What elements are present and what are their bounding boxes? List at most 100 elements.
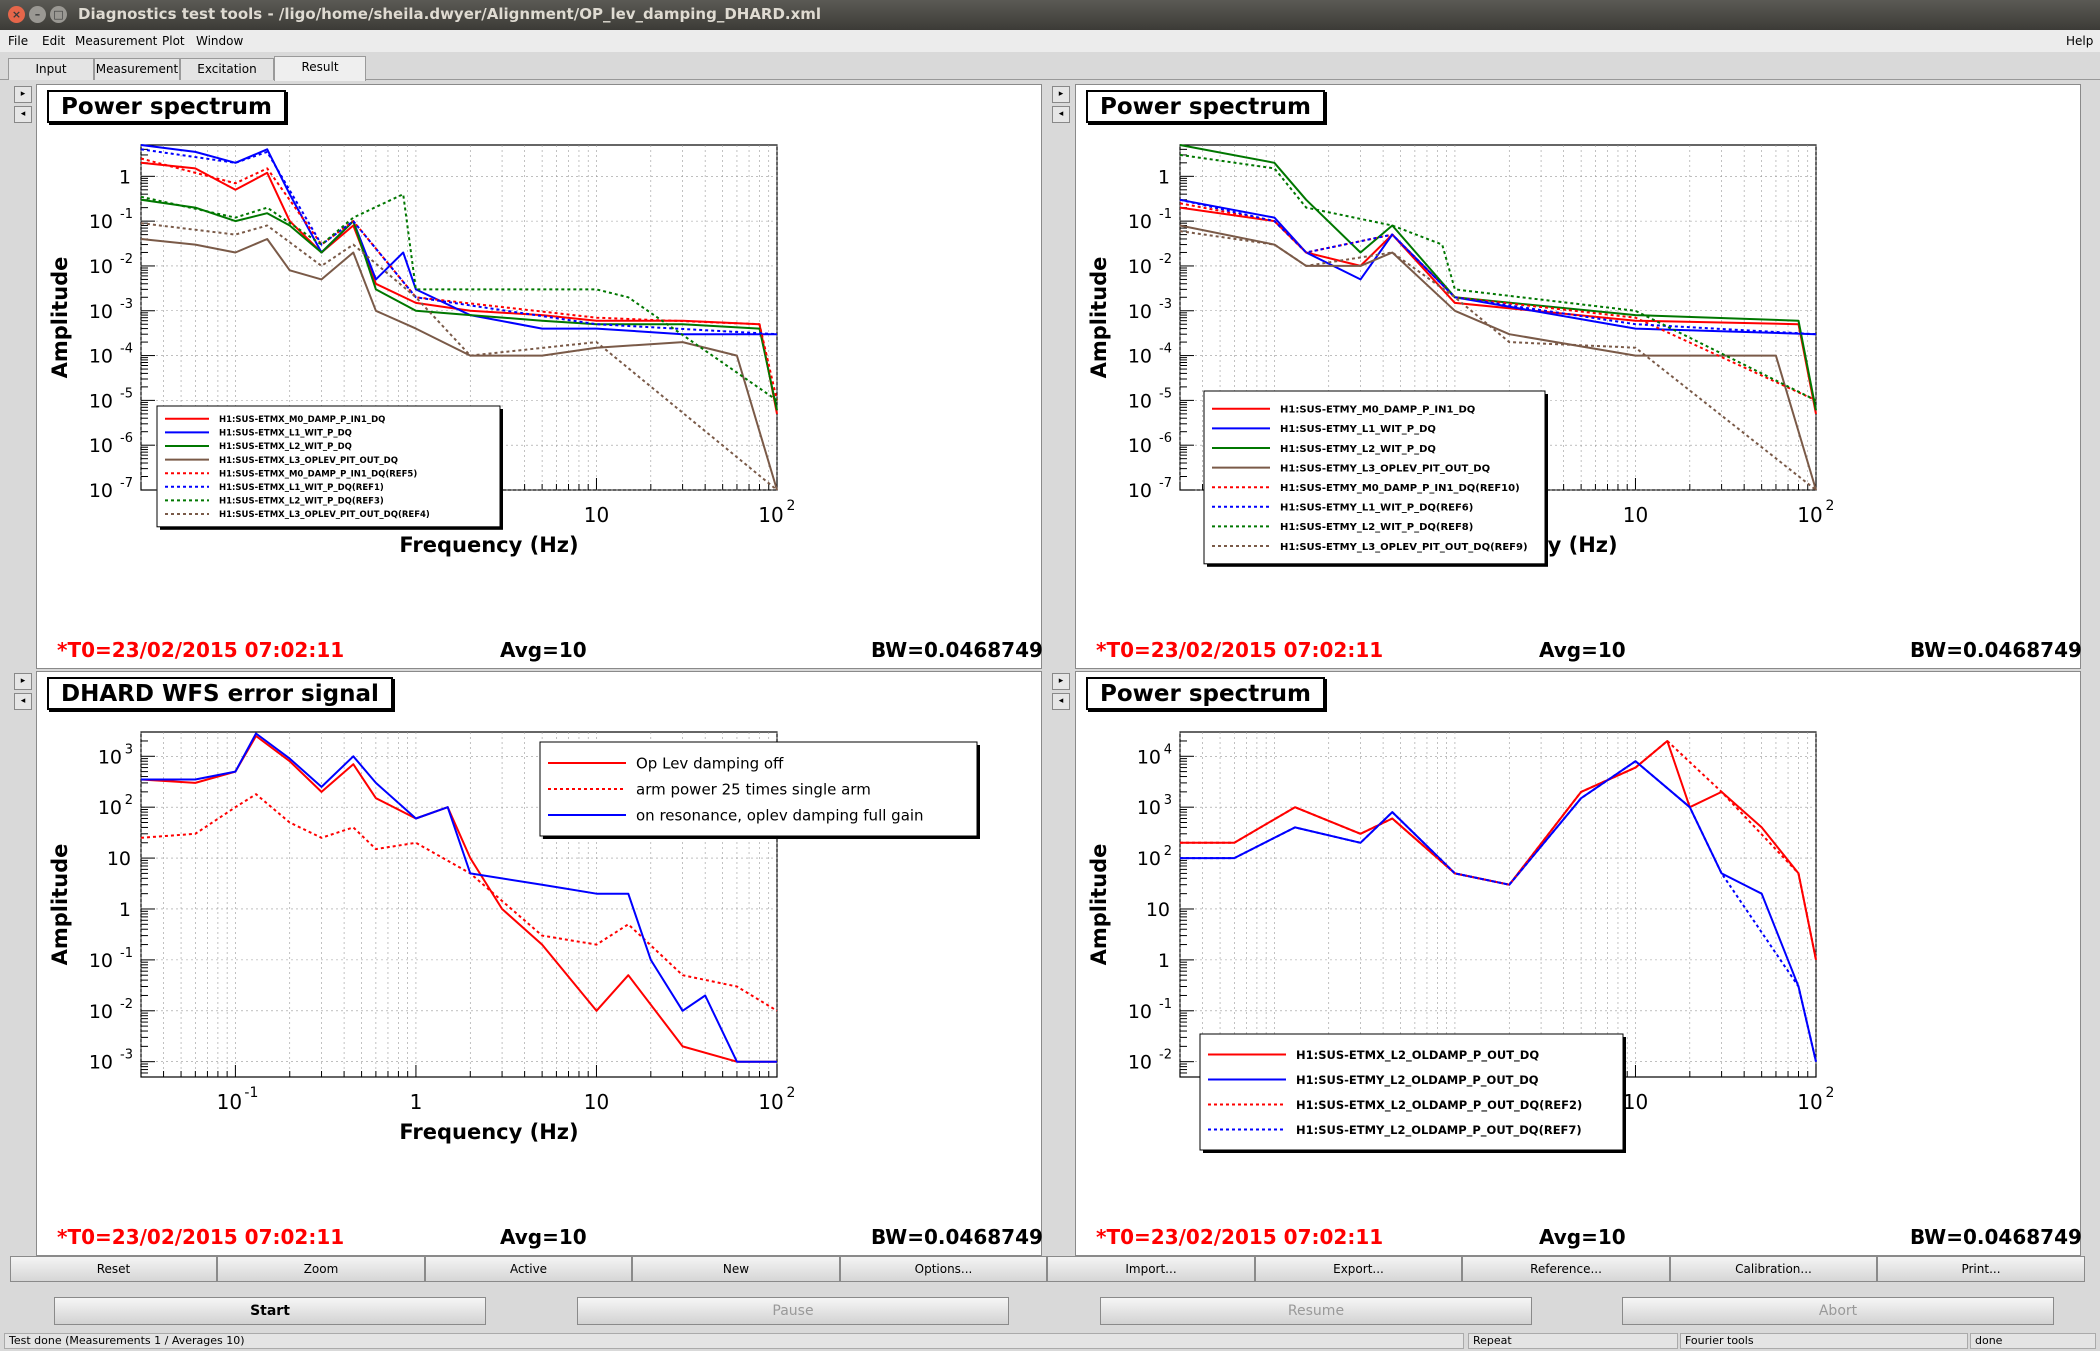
x-tick-label: 10 — [1623, 1090, 1648, 1114]
x-tick-label: 10 — [217, 1090, 242, 1114]
y-tick-label: 10 — [1137, 797, 1161, 819]
reset-button[interactable]: Reset — [10, 1256, 217, 1282]
legend-entry: H1:SUS-ETMX_L3_OPLEV_PIT_OUT_DQ — [219, 456, 398, 466]
legend-entry: H1:SUS-ETMY_L2_OLDAMP_P_OUT_DQ — [1296, 1073, 1539, 1088]
maximize-icon[interactable]: □ — [50, 6, 67, 23]
t0-label: *T0=23/02/2015 07:02:11 — [57, 1225, 345, 1249]
menu-plot[interactable]: Plot — [162, 34, 185, 48]
arrow-right-icon[interactable]: ▸ — [14, 86, 32, 103]
y-tick-label: 10 — [1128, 346, 1152, 368]
legend-entry: H1:SUS-ETMY_L2_WIT_P_DQ — [1280, 444, 1436, 455]
print-button[interactable]: Print... — [1877, 1256, 2085, 1282]
reference-button[interactable]: Reference... — [1462, 1256, 1670, 1282]
y-tick-exponent: -1 — [1159, 997, 1172, 1012]
arrow-left-icon[interactable]: ◂ — [14, 106, 32, 123]
panel-scroll-1: ▸ ◂ — [14, 86, 34, 126]
legend-entry: H1:SUS-ETMY_L3_OPLEV_PIT_OUT_DQ — [1280, 463, 1490, 474]
menu-window[interactable]: Window — [196, 34, 243, 48]
minimize-icon[interactable]: – — [29, 6, 46, 23]
export-button[interactable]: Export... — [1255, 1256, 1462, 1282]
y-axis-label: Amplitude — [48, 257, 72, 379]
legend: H1:SUS-ETMX_L2_OLDAMP_P_OUT_DQ H1:SUS-ETM… — [1199, 1033, 1626, 1153]
y-tick-label: 10 — [89, 390, 113, 412]
arrow-left-icon[interactable]: ◂ — [1052, 693, 1070, 710]
chart-area[interactable]: 10 -1 1 10 10 210 -310 -210 -111010 210 3Frequency… — [37, 672, 1041, 1255]
avg-label: Avg=10 — [500, 1225, 587, 1249]
y-tick-exponent: 2 — [125, 793, 133, 808]
plot-frame — [1179, 731, 1817, 1078]
legend-entry: H1:SUS-ETMY_L1_WIT_P_DQ(REF6) — [1280, 503, 1473, 514]
y-tick-exponent: -6 — [120, 431, 133, 446]
title-bar: × – □ Diagnostics test tools - /ligo/hom… — [0, 0, 2100, 30]
arrow-right-icon[interactable]: ▸ — [14, 673, 32, 690]
plot-panel-4[interactable]: Power spectrum 10-111010210-210-11101021… — [1075, 671, 2082, 1256]
status-bar: Test done (Measurements 1 / Averages 10)… — [0, 1330, 2100, 1351]
status-tool: Fourier tools — [1680, 1333, 1968, 1349]
window-title: Diagnostics test tools - /ligo/home/shei… — [78, 5, 822, 23]
panel-scroll-2: ▸ ◂ — [1052, 86, 1072, 126]
status-repeat: Repeat — [1468, 1333, 1678, 1349]
pause-button[interactable]: Pause — [577, 1297, 1009, 1325]
plot-panel-2[interactable]: Power spectrum 10-111010210-710-610-510-… — [1075, 84, 2082, 669]
active-button[interactable]: Active — [425, 1256, 632, 1282]
y-tick-exponent: -2 — [120, 252, 133, 267]
avg-label: Avg=10 — [1539, 638, 1626, 662]
bw-label: BW=0.0468749 — [871, 1225, 1043, 1249]
y-tick-exponent: -7 — [1159, 476, 1172, 491]
abort-button[interactable]: Abort — [1622, 1297, 2054, 1325]
plot-button-row: Reset Zoom Active New Options... Import.… — [10, 1256, 2085, 1282]
legend-entry: H1:SUS-ETMX_M0_DAMP_P_IN1_DQ(REF5) — [219, 469, 417, 479]
legend-entry: H1:SUS-ETMY_L2_OLDAMP_P_OUT_DQ(REF7) — [1296, 1123, 1582, 1138]
resume-button[interactable]: Resume — [1100, 1297, 1532, 1325]
menu-file[interactable]: File — [8, 34, 28, 48]
options-button[interactable]: Options... — [840, 1256, 1047, 1282]
panel-scroll-3: ▸ ◂ — [14, 673, 34, 713]
y-tick-label: 10 — [1128, 301, 1152, 323]
menu-edit[interactable]: Edit — [42, 34, 65, 48]
zoom-button[interactable]: Zoom — [217, 1256, 425, 1282]
menu-measurement[interactable]: Measurement — [75, 34, 157, 48]
y-tick-label: 10 — [89, 480, 113, 502]
tab-excitation[interactable]: Excitation — [180, 58, 274, 80]
status-state: done — [1970, 1333, 2096, 1349]
y-tick-label: 1 — [119, 899, 131, 921]
new-button[interactable]: New — [632, 1256, 840, 1282]
t0-label: *T0=23/02/2015 07:02:11 — [1096, 638, 1384, 662]
arrow-right-icon[interactable]: ▸ — [1052, 673, 1070, 690]
start-button[interactable]: Start — [54, 1297, 486, 1325]
legend-entry: Op Lev damping off — [636, 755, 784, 773]
y-tick-label: 10 — [1137, 746, 1161, 768]
legend: Op Lev damping off arm power 25 times sin… — [539, 741, 980, 839]
y-tick-exponent: -1 — [1159, 207, 1172, 222]
x-tick-label: 1 — [410, 1090, 423, 1114]
y-tick-exponent: 4 — [1164, 742, 1172, 757]
chart-area[interactable]: 10-111010210-710-610-510-410-310-210-11F… — [1076, 85, 2080, 668]
tab-result[interactable]: Result — [274, 56, 366, 81]
y-tick-exponent: -5 — [1159, 386, 1172, 401]
x-tick-exponent: 2 — [787, 498, 796, 514]
chart-area[interactable]: 10-111010210-710-610-510-410-310-210-11F… — [37, 85, 1041, 668]
x-tick-label: 10 — [1797, 503, 1822, 527]
import-button[interactable]: Import... — [1047, 1256, 1255, 1282]
y-tick-label: 10 — [1128, 211, 1152, 233]
y-tick-label: 10 — [1128, 480, 1152, 502]
legend-entry: H1:SUS-ETMY_L2_WIT_P_DQ(REF8) — [1280, 522, 1473, 533]
arrow-right-icon[interactable]: ▸ — [1052, 86, 1070, 103]
legend-entry: H1:SUS-ETMX_L2_OLDAMP_P_OUT_DQ(REF2) — [1296, 1098, 1582, 1113]
x-tick-label: 10 — [1623, 503, 1648, 527]
close-icon[interactable]: × — [8, 6, 25, 23]
arrow-left-icon[interactable]: ◂ — [14, 693, 32, 710]
tab-input[interactable]: Input — [8, 58, 94, 80]
menu-bar: File Edit Measurement Plot Window Help — [0, 30, 2100, 52]
plot-panel-3[interactable]: DHARD WFS error signal 10 -1 1 10 10 2 10 -3 10-… — [36, 671, 1043, 1256]
y-tick-exponent: -2 — [1159, 252, 1172, 267]
y-tick-label: 10 — [98, 797, 122, 819]
calibration-button[interactable]: Calibration... — [1670, 1256, 1877, 1282]
chart-area[interactable]: 10-111010210-210-1110102103104Frequency … — [1076, 672, 2080, 1255]
legend-entry: H1:SUS-ETMY_M0_DAMP_P_IN1_DQ(REF10) — [1280, 483, 1520, 494]
tab-measurement[interactable]: Measurement — [94, 58, 180, 80]
menu-help[interactable]: Help — [2066, 34, 2093, 48]
arrow-left-icon[interactable]: ◂ — [1052, 106, 1070, 123]
y-tick-exponent: -2 — [120, 997, 133, 1012]
plot-panel-1[interactable]: Power spectrum 10-111010210-710-610-510-… — [36, 84, 1043, 669]
